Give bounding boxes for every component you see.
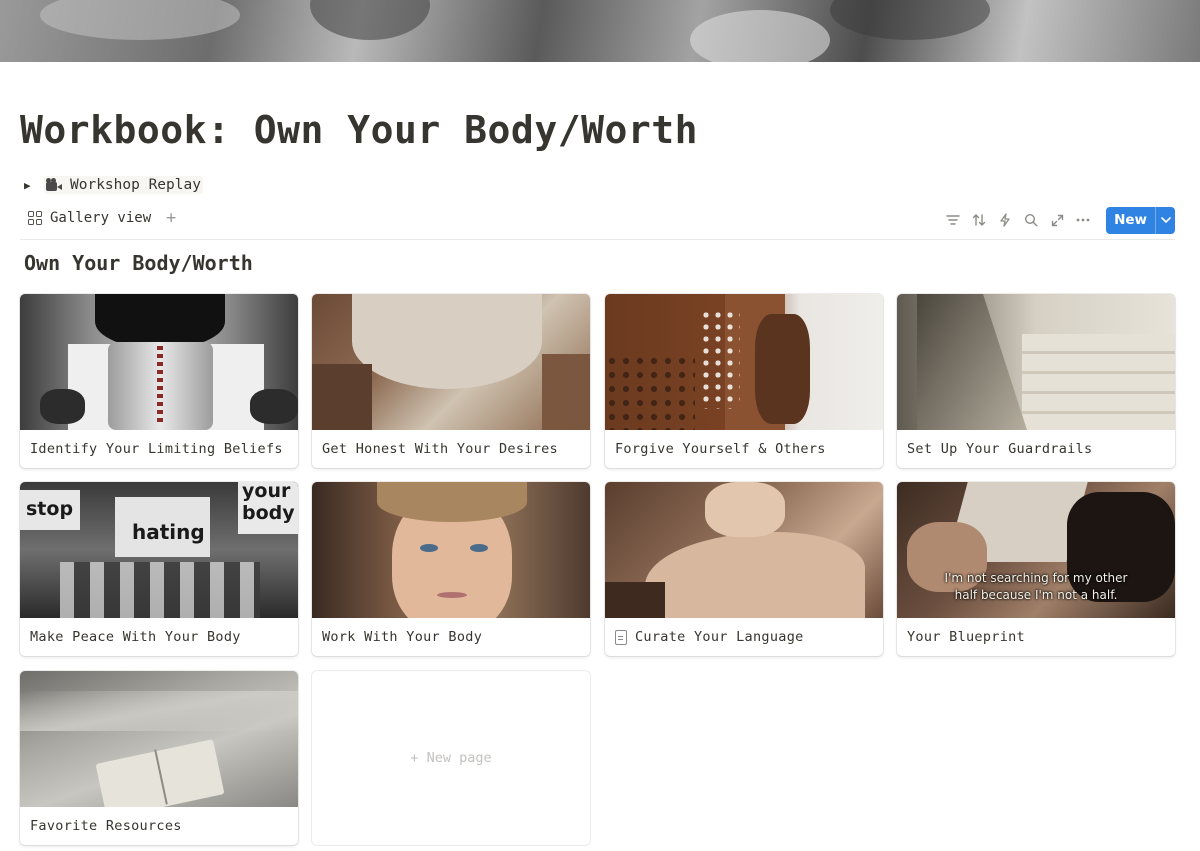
automation-icon[interactable] bbox=[992, 207, 1018, 233]
card-title: Get Honest With Your Desires bbox=[322, 441, 558, 457]
gallery-card[interactable]: Identify Your Limiting Beliefs bbox=[20, 294, 298, 468]
card-title: Your Blueprint bbox=[907, 629, 1025, 645]
workshop-replay-toggle[interactable]: ▶ Workshop Replay bbox=[24, 174, 203, 196]
add-view-button[interactable]: + bbox=[166, 208, 176, 228]
gallery-card[interactable]: Set Up Your Guardrails bbox=[897, 294, 1175, 468]
card-title: Make Peace With Your Body bbox=[30, 629, 241, 645]
card-title: Favorite Resources bbox=[30, 818, 182, 834]
new-page-button[interactable]: + New page bbox=[312, 671, 590, 845]
tab-gallery-view[interactable]: Gallery view bbox=[28, 210, 151, 226]
card-cover-image bbox=[897, 294, 1175, 430]
card-title: Forgive Yourself & Others bbox=[615, 441, 826, 457]
new-button[interactable]: New bbox=[1106, 206, 1175, 234]
gallery-card[interactable]: Favorite Resources bbox=[20, 671, 298, 845]
database-view-bar: Gallery view + New bbox=[20, 206, 1175, 240]
movie-camera-icon bbox=[46, 178, 62, 192]
gallery-card[interactable]: stop hating your body Make Peace With Yo… bbox=[20, 482, 298, 656]
gallery-grid-icon bbox=[28, 211, 42, 225]
tab-gallery-view-label: Gallery view bbox=[50, 210, 152, 226]
card-title: Curate Your Language bbox=[635, 629, 804, 645]
sort-icon[interactable] bbox=[966, 207, 992, 233]
gallery-card[interactable]: Work With Your Body bbox=[312, 482, 590, 656]
view-toolbar: New bbox=[940, 206, 1175, 234]
card-cover-image: stop hating your body bbox=[20, 482, 298, 618]
expand-icon[interactable] bbox=[1044, 207, 1070, 233]
card-title: Work With Your Body bbox=[322, 629, 483, 645]
gallery-card[interactable]: Curate Your Language bbox=[605, 482, 883, 656]
gallery-title: Own Your Body/Worth bbox=[24, 251, 253, 275]
image-text: body bbox=[242, 502, 295, 524]
more-icon[interactable] bbox=[1070, 207, 1096, 233]
gallery-card[interactable]: Get Honest With Your Desires bbox=[312, 294, 590, 468]
image-text: stop bbox=[26, 498, 74, 520]
page-title: Workbook: Own Your Body/Worth bbox=[20, 108, 698, 152]
page-icon bbox=[615, 629, 627, 645]
card-cover-image bbox=[605, 482, 883, 618]
new-button-label[interactable]: New bbox=[1106, 207, 1155, 234]
gallery-card[interactable]: Forgive Yourself & Others bbox=[605, 294, 883, 468]
image-subtitle: I'm not searching for my other bbox=[944, 571, 1128, 585]
card-cover-image bbox=[20, 294, 298, 430]
card-title: Identify Your Limiting Beliefs bbox=[30, 441, 283, 457]
image-text: your bbox=[242, 482, 291, 502]
card-cover-image: I'm not searching for my other half beca… bbox=[897, 482, 1175, 618]
cover-image[interactable] bbox=[0, 0, 1200, 62]
card-cover-image bbox=[312, 294, 590, 430]
toggle-arrow-icon[interactable]: ▶ bbox=[24, 179, 36, 192]
toggle-label: Workshop Replay bbox=[70, 177, 201, 193]
card-title: Set Up Your Guardrails bbox=[907, 441, 1093, 457]
filter-icon[interactable] bbox=[940, 207, 966, 233]
card-cover-image bbox=[20, 671, 298, 807]
card-cover-image bbox=[605, 294, 883, 430]
gallery-card[interactable]: I'm not searching for my other half beca… bbox=[897, 482, 1175, 656]
image-text: hating bbox=[132, 520, 205, 544]
card-cover-image bbox=[312, 482, 590, 618]
chevron-down-icon[interactable] bbox=[1155, 206, 1175, 234]
search-icon[interactable] bbox=[1018, 207, 1044, 233]
image-subtitle: half because I'm not a half. bbox=[954, 588, 1118, 602]
